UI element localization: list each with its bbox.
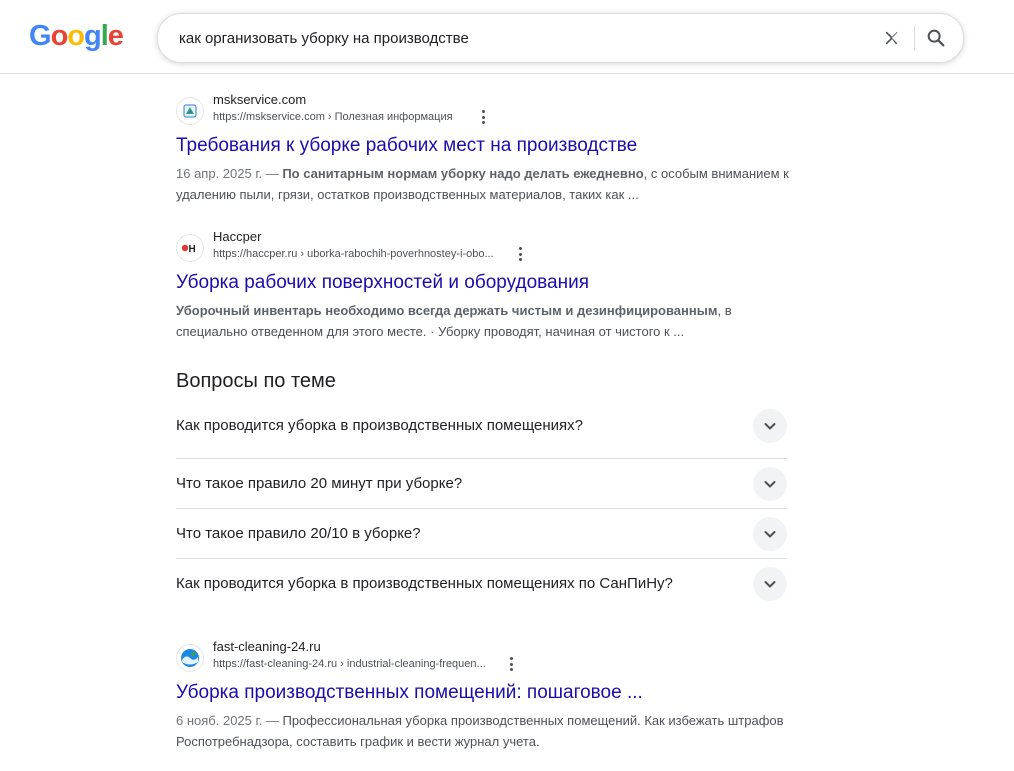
related-question[interactable]: Как проводится уборка в производственных…: [176, 559, 787, 608]
fast-cleaning-favicon-icon: [176, 644, 204, 672]
related-question-text: Что такое правило 20/10 в уборке?: [176, 525, 421, 542]
more-options-icon[interactable]: [505, 657, 517, 671]
search-button[interactable]: [920, 22, 952, 54]
search-result: mskservice.com https://mskservice.com › …: [176, 92, 796, 205]
search-icon: [927, 29, 945, 47]
close-icon: [885, 31, 898, 45]
search-result: fast-cleaning-24.ru https://fast-cleanin…: [176, 639, 796, 752]
search-result: H Haccper https://haccper.ru › uborka-ra…: [176, 229, 796, 342]
result-site-name: Haccper: [213, 229, 262, 244]
result-title-link[interactable]: Уборка производственных помещений: пошаг…: [176, 680, 796, 706]
result-site-name: fast-cleaning-24.ru: [213, 639, 321, 654]
logo-letter: o: [50, 20, 69, 52]
result-url: https://haccper.ru › uborka-rabochih-pov…: [213, 248, 494, 260]
more-options-icon[interactable]: [477, 110, 489, 124]
logo-letter: o: [67, 20, 85, 52]
result-snippet-highlight: По санитарным нормам уборку надо делать …: [282, 166, 644, 181]
search-input[interactable]: [177, 14, 861, 64]
result-url: https://fast-cleaning-24.ru › industrial…: [213, 658, 486, 670]
result-snippet: Уборочный инвентарь необходимо всегда де…: [176, 300, 796, 342]
mskservice-favicon-icon: [176, 97, 204, 125]
search-box: [157, 13, 964, 64]
haccper-favicon-icon: H: [176, 234, 204, 262]
related-questions: Вопросы по теме Как проводится уборка в …: [176, 368, 787, 608]
logo-letter: g: [84, 20, 102, 52]
result-site-name: mskservice.com: [213, 92, 307, 107]
result-snippet: 16 апр. 2025 г. — По санитарным нормам у…: [176, 163, 796, 205]
related-question-text: Как проводится уборка в производственных…: [176, 417, 583, 434]
logo-letter: l: [100, 20, 109, 52]
related-question[interactable]: Что такое правило 20 минут при уборке?: [176, 459, 787, 509]
result-site-row[interactable]: mskservice.com https://mskservice.com › …: [176, 92, 796, 133]
result-title-link[interactable]: Уборка рабочих поверхностей и оборудован…: [176, 270, 796, 296]
related-question-text: Что такое правило 20 минут при уборке?: [176, 475, 463, 492]
result-date: 6 нояб. 2025 г. —: [176, 713, 283, 728]
svg-text:H: H: [189, 244, 196, 255]
logo-letter: e: [107, 20, 124, 52]
related-questions-title: Вопросы по теме: [176, 370, 336, 392]
google-logo[interactable]: Google: [29, 20, 124, 52]
chevron-down-icon[interactable]: [753, 467, 787, 501]
result-snippet-highlight: Уборочный инвентарь необходимо всегда де…: [176, 303, 718, 318]
clear-search-button[interactable]: [876, 22, 908, 54]
result-title-link[interactable]: Требования к уборке рабочих мест на прои…: [176, 133, 796, 159]
result-site-row[interactable]: H Haccper https://haccper.ru › uborka-ra…: [176, 229, 796, 270]
chevron-down-icon[interactable]: [753, 517, 787, 551]
more-options-icon[interactable]: [514, 247, 526, 261]
chevron-down-icon[interactable]: [753, 567, 787, 601]
result-date: 16 апр. 2025 г. —: [176, 166, 283, 181]
search-divider: [914, 26, 915, 50]
related-question[interactable]: Как проводится уборка в производственных…: [176, 409, 787, 459]
related-question-text: Как проводится уборка в производственных…: [176, 575, 673, 592]
chevron-down-icon[interactable]: [753, 409, 787, 443]
result-site-row[interactable]: fast-cleaning-24.ru https://fast-cleanin…: [176, 639, 796, 680]
result-snippet: 6 нояб. 2025 г. — Профессиональная уборк…: [176, 710, 796, 752]
result-url: https://mskservice.com › Полезная информ…: [213, 111, 453, 123]
related-question[interactable]: Что такое правило 20/10 в уборке?: [176, 509, 787, 559]
logo-letter: G: [29, 20, 52, 52]
header: Google: [0, 0, 1014, 74]
